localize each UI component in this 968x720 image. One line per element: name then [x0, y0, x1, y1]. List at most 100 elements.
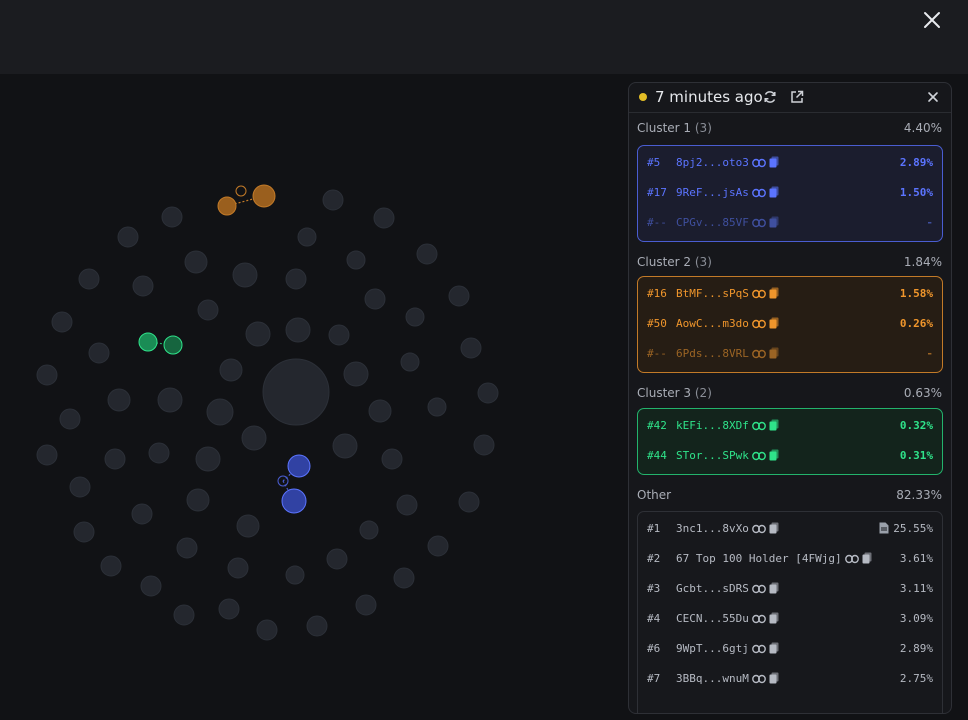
refresh-icon[interactable] [762, 89, 778, 105]
copy-icon[interactable] [769, 419, 779, 434]
holder-bubble[interactable] [346, 250, 366, 270]
holder-bubble[interactable] [427, 535, 449, 557]
holder-bubble[interactable] [306, 615, 328, 637]
holder-row[interactable]: #4 CECN...55Du 3.09% [638, 603, 942, 633]
holder-bubble[interactable] [173, 604, 195, 626]
close-icon[interactable] [925, 89, 941, 105]
holder-bubble[interactable] [359, 520, 379, 540]
holder-bubble[interactable] [381, 448, 403, 470]
holder-bubble[interactable] [285, 565, 305, 585]
holder-bubble[interactable] [176, 537, 198, 559]
cluster-2-bubble[interactable] [252, 184, 276, 208]
link-icon[interactable] [751, 188, 766, 201]
holder-row[interactable]: #44 STor...SPwk 0.31% [638, 440, 942, 470]
copy-icon[interactable] [769, 216, 779, 231]
link-icon[interactable] [751, 289, 766, 302]
holder-bubble[interactable] [107, 388, 131, 412]
link-icon[interactable] [751, 614, 766, 627]
holder-bubble[interactable] [195, 446, 221, 472]
copy-icon[interactable] [769, 582, 779, 597]
holder-bubble[interactable] [236, 514, 260, 538]
holder-bubble[interactable] [322, 189, 344, 211]
holder-bubble[interactable] [448, 285, 470, 307]
copy-icon[interactable] [862, 552, 872, 567]
holder-bubble[interactable] [88, 342, 110, 364]
link-icon[interactable] [751, 644, 766, 657]
holder-bubble[interactable] [186, 488, 210, 512]
link-icon[interactable] [751, 349, 766, 362]
link-icon[interactable] [751, 524, 766, 537]
holder-bubble[interactable] [416, 243, 438, 265]
holder-address[interactable]: 9ReF...jsAs [676, 186, 779, 201]
cluster-1-bubble[interactable] [281, 488, 307, 514]
holder-bubble[interactable] [405, 307, 425, 327]
holder-bubble[interactable] [285, 317, 311, 343]
holder-bubble[interactable] [157, 387, 183, 413]
holder-bubble[interactable] [477, 382, 499, 404]
holder-bubble[interactable] [69, 476, 91, 498]
holder-address[interactable]: kEFi...8XDf [676, 419, 779, 434]
copy-icon[interactable] [769, 186, 779, 201]
holder-bubble[interactable] [368, 399, 392, 423]
copy-icon[interactable] [769, 287, 779, 302]
holder-bubble[interactable] [241, 425, 267, 451]
holder-bubble[interactable] [131, 503, 153, 525]
copy-icon[interactable] [769, 156, 779, 171]
holder-address[interactable]: CECN...55Du [676, 612, 779, 627]
holder-bubble[interactable] [256, 619, 278, 641]
link-icon[interactable] [751, 319, 766, 332]
holder-bubble[interactable] [355, 594, 377, 616]
link-icon[interactable] [751, 218, 766, 231]
copy-icon[interactable] [769, 522, 779, 537]
holder-row[interactable]: #7 3BBq...wnuM 2.75% [638, 663, 942, 693]
holder-address[interactable]: 6Pds...8VRL [676, 347, 779, 362]
holder-bubble[interactable] [473, 434, 495, 456]
holder-bubble[interactable] [184, 250, 208, 274]
holder-row[interactable]: #16 BtMF...sPqS 1.58% [638, 278, 942, 308]
holder-address[interactable]: 3nc1...8vXo [676, 522, 779, 537]
holder-bubble[interactable] [393, 567, 415, 589]
external-link-icon[interactable] [789, 89, 805, 105]
close-icon[interactable] [920, 8, 944, 32]
holder-bubble[interactable] [73, 521, 95, 543]
cluster-3-bubble[interactable] [138, 332, 158, 352]
holder-bubble[interactable] [328, 324, 350, 346]
bubble-map[interactable] [0, 74, 628, 720]
holder-bubble[interactable] [262, 358, 330, 426]
copy-icon[interactable] [769, 642, 779, 657]
holder-bubble[interactable] [218, 598, 240, 620]
link-icon[interactable] [751, 674, 766, 687]
holder-address[interactable]: CPGv...85VF [676, 216, 779, 231]
holder-row[interactable]: #1 3nc1...8vXo 25.55% [638, 513, 942, 543]
holder-bubble[interactable] [104, 448, 126, 470]
link-icon[interactable] [751, 421, 766, 434]
copy-icon[interactable] [769, 347, 779, 362]
link-icon[interactable] [751, 451, 766, 464]
copy-icon[interactable] [769, 672, 779, 687]
holder-address[interactable]: 8pj2...oto3 [676, 156, 779, 171]
holder-bubble[interactable] [427, 397, 447, 417]
holder-row[interactable]: #17 9ReF...jsAs 1.50% [638, 177, 942, 207]
holder-bubble[interactable] [78, 268, 100, 290]
holder-address[interactable]: 3BBq...wnuM [676, 672, 779, 687]
holder-bubble[interactable] [219, 358, 243, 382]
holder-bubble[interactable] [227, 557, 249, 579]
holder-bubble[interactable] [343, 361, 369, 387]
holder-bubble[interactable] [232, 262, 258, 288]
holder-row[interactable]: #50 AowC...m3do 0.26% [638, 308, 942, 338]
holder-address[interactable]: BtMF...sPqS [676, 287, 779, 302]
holder-bubble[interactable] [36, 444, 58, 466]
holder-bubble[interactable] [197, 299, 219, 321]
cluster-3-bubble[interactable] [163, 335, 183, 355]
holder-bubble[interactable] [373, 207, 395, 229]
holder-address[interactable]: Gcbt...sDRS [676, 582, 779, 597]
copy-icon[interactable] [769, 612, 779, 627]
holder-row[interactable]: #5 8pj2...oto3 2.89% [638, 147, 942, 177]
cluster-1-bubble[interactable] [287, 454, 311, 478]
bubble-map-canvas[interactable] [0, 74, 628, 720]
holder-row[interactable]: #42 kEFi...8XDf 0.32% [638, 410, 942, 440]
holder-bubble[interactable] [285, 268, 307, 290]
holder-bubble[interactable] [161, 206, 183, 228]
holder-bubble[interactable] [332, 433, 358, 459]
holder-bubble[interactable] [140, 575, 162, 597]
